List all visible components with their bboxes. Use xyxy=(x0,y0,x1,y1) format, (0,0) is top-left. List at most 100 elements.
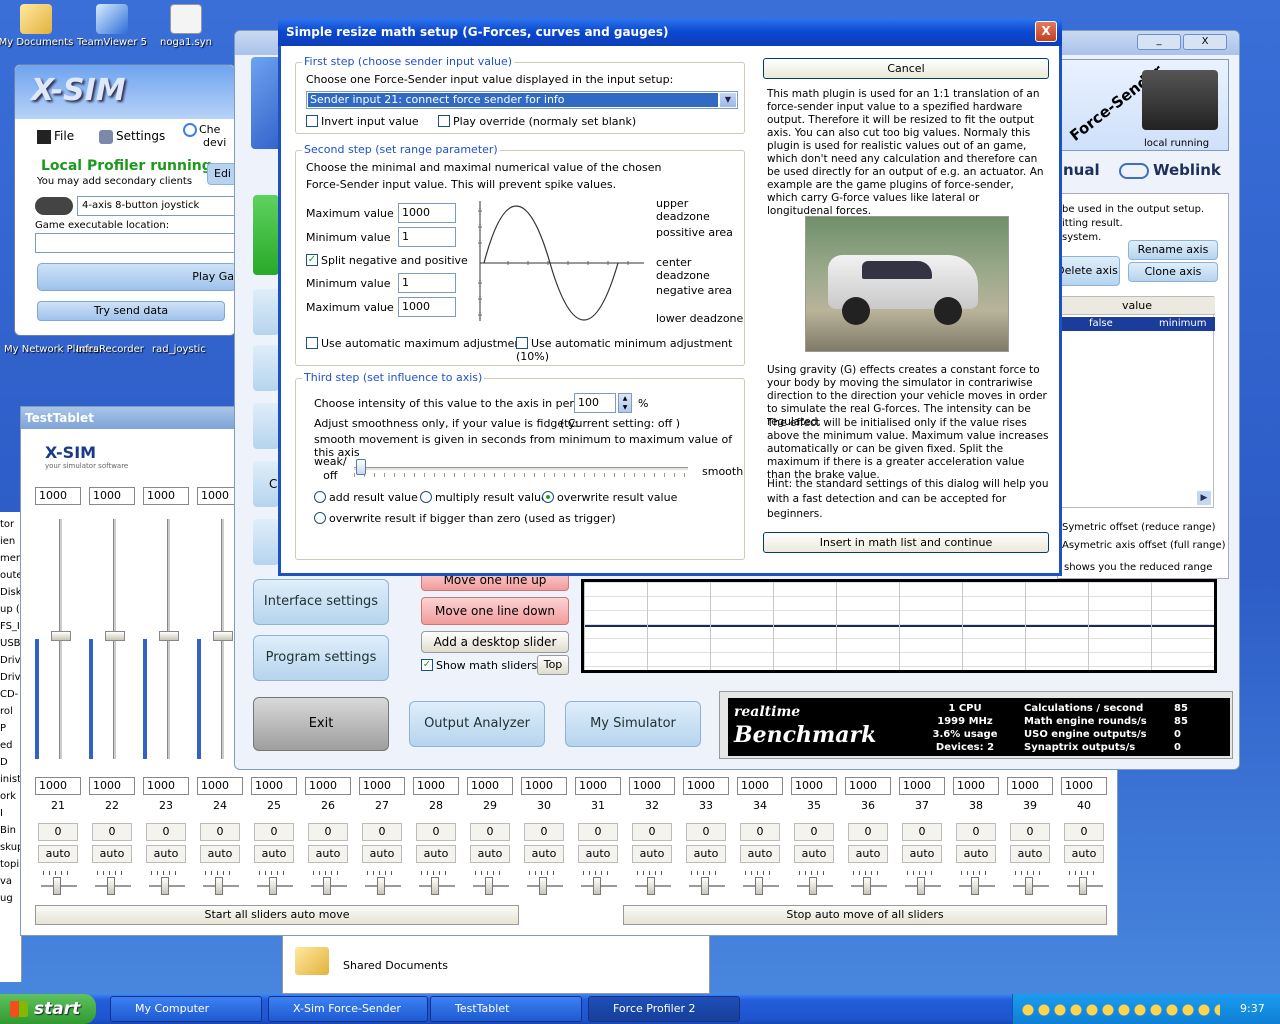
start-button[interactable]: start xyxy=(0,994,96,1024)
slider-thumb[interactable] xyxy=(356,459,366,475)
channel-mini-slider[interactable] xyxy=(795,871,835,897)
slider-thumb[interactable] xyxy=(323,877,331,895)
slider-thumb[interactable] xyxy=(1079,877,1087,895)
symmetric-offset-option[interactable]: Symetric offset (reduce range) xyxy=(1062,522,1216,533)
channel-auto-button[interactable]: auto xyxy=(956,845,996,863)
intensity-input[interactable]: 100 xyxy=(574,393,616,413)
channel-auto-button[interactable]: auto xyxy=(740,845,780,863)
stop-all-sliders-button[interactable]: Stop auto move of all sliders xyxy=(623,905,1107,925)
tablet-top-value[interactable]: 1000 xyxy=(35,487,81,505)
channel-zero-button[interactable]: 0 xyxy=(848,823,888,841)
slider-thumb[interactable] xyxy=(863,877,871,895)
channel-auto-button[interactable]: auto xyxy=(308,845,348,863)
channel-auto-button[interactable]: auto xyxy=(470,845,510,863)
channel-auto-button[interactable]: auto xyxy=(902,845,942,863)
slider-thumb[interactable] xyxy=(485,877,493,895)
channel-value-input[interactable]: 1000 xyxy=(629,777,675,795)
chevron-down-icon[interactable]: ▼ xyxy=(720,93,736,107)
channel-value-input[interactable]: 1000 xyxy=(197,777,243,795)
minimize-button[interactable]: _ xyxy=(1137,34,1181,50)
program-settings-button[interactable]: Program settings xyxy=(253,635,389,681)
slider-thumb[interactable] xyxy=(107,877,115,895)
exit-button[interactable]: Exit xyxy=(253,697,389,751)
channel-value-input[interactable]: 1000 xyxy=(899,777,945,795)
vertical-slider[interactable] xyxy=(89,519,135,759)
multiply-result-radio[interactable]: multiply result value xyxy=(420,491,548,504)
slider-thumb[interactable] xyxy=(647,877,655,895)
channel-auto-button[interactable]: auto xyxy=(200,845,240,863)
sender-input-select[interactable]: Sender input 21: connect force sender fo… xyxy=(306,91,738,109)
my-simulator-button[interactable]: My Simulator xyxy=(565,701,701,747)
channel-auto-button[interactable]: auto xyxy=(362,845,402,863)
channel-zero-button[interactable]: 0 xyxy=(1010,823,1050,841)
slider-thumb[interactable] xyxy=(593,877,601,895)
slider-thumb[interactable] xyxy=(755,877,763,895)
slider-thumb[interactable] xyxy=(53,877,61,895)
max2-value-input[interactable]: 1000 xyxy=(398,297,456,317)
table-row[interactable]: false minimum xyxy=(1059,317,1215,331)
smoothness-slider[interactable] xyxy=(354,459,688,479)
channel-value-input[interactable]: 1000 xyxy=(359,777,405,795)
tablet-top-value[interactable]: 1000 xyxy=(143,487,189,505)
channel-zero-button[interactable]: 0 xyxy=(200,823,240,841)
add-result-radio[interactable]: add result value xyxy=(314,491,418,504)
slider-thumb[interactable] xyxy=(377,877,385,895)
slider-thumb[interactable] xyxy=(269,877,277,895)
channel-mini-slider[interactable] xyxy=(255,871,295,897)
check-devices-menu[interactable]: Che devi xyxy=(183,123,226,149)
settings-menu[interactable]: Settings xyxy=(99,129,165,144)
channel-zero-button[interactable]: 0 xyxy=(902,823,942,841)
clone-axis-button[interactable]: Clone axis xyxy=(1128,262,1218,282)
slider-thumb[interactable] xyxy=(161,877,169,895)
channel-mini-slider[interactable] xyxy=(1011,871,1051,897)
asymmetric-offset-option[interactable]: Asymetric axis offset (full range) xyxy=(1062,540,1226,551)
insert-continue-button[interactable]: Insert in math list and continue xyxy=(763,532,1049,553)
channel-value-input[interactable]: 1000 xyxy=(575,777,621,795)
slider-thumb[interactable] xyxy=(159,631,179,641)
channel-zero-button[interactable]: 0 xyxy=(308,823,348,841)
auto-min-checkbox[interactable]: Use automatic minimum adjustment (10%) xyxy=(516,337,744,363)
channel-zero-button[interactable]: 0 xyxy=(254,823,294,841)
desktop-icon-rad-joystick[interactable]: rad_joystic xyxy=(152,344,206,355)
channel-mini-slider[interactable] xyxy=(633,871,673,897)
intensity-spinner[interactable]: ▲ ▼ xyxy=(618,393,632,413)
channel-mini-slider[interactable] xyxy=(525,871,565,897)
auto-max-checkbox[interactable]: Use automatic maximum adjustment xyxy=(306,337,526,350)
taskbar-item-force-profiler[interactable]: Force Profiler 2 xyxy=(588,996,740,1022)
channel-value-input[interactable]: 1000 xyxy=(845,777,891,795)
channel-auto-button[interactable]: auto xyxy=(1010,845,1050,863)
desktop-icon-my-documents[interactable]: My Documents xyxy=(0,4,76,48)
slider-thumb[interactable] xyxy=(701,877,709,895)
overwrite-bigger-radio[interactable]: overwrite result if bigger than zero (us… xyxy=(314,512,616,525)
play-override-checkbox[interactable]: Play override (normaly set blank) xyxy=(438,115,636,128)
channel-zero-button[interactable]: 0 xyxy=(740,823,780,841)
channel-zero-button[interactable]: 0 xyxy=(632,823,672,841)
slider-thumb[interactable] xyxy=(51,631,71,641)
min-value-input[interactable]: 1 xyxy=(398,227,456,247)
top-button[interactable]: Top xyxy=(537,655,569,675)
nav-button-stub-1[interactable] xyxy=(253,289,279,335)
vertical-slider[interactable] xyxy=(143,519,189,759)
channel-value-input[interactable]: 1000 xyxy=(521,777,567,795)
channel-mini-slider[interactable] xyxy=(363,871,403,897)
cancel-button[interactable]: Cancel xyxy=(763,58,1049,79)
nav-button-green[interactable] xyxy=(253,195,279,275)
channel-zero-button[interactable]: 0 xyxy=(956,823,996,841)
channel-auto-button[interactable]: auto xyxy=(254,845,294,863)
channel-value-input[interactable]: 1000 xyxy=(683,777,729,795)
move-down-button[interactable]: Move one line down xyxy=(421,597,569,625)
nav-button-stub-3[interactable] xyxy=(253,403,279,449)
desktop-icon-infrarecorder[interactable]: InfraRecorder xyxy=(76,344,144,355)
channel-mini-slider[interactable] xyxy=(687,871,727,897)
channel-auto-button[interactable]: auto xyxy=(794,845,834,863)
channel-mini-slider[interactable] xyxy=(579,871,619,897)
channel-zero-button[interactable]: 0 xyxy=(1064,823,1104,841)
channel-mini-slider[interactable] xyxy=(741,871,781,897)
shared-documents-label[interactable]: Shared Documents xyxy=(343,959,448,972)
weblink-link[interactable]: Weblink xyxy=(1119,161,1221,179)
channel-value-input[interactable]: 1000 xyxy=(35,777,81,795)
slider-thumb[interactable] xyxy=(971,877,979,895)
tray-icons[interactable] xyxy=(1020,1002,1220,1018)
channel-zero-button[interactable]: 0 xyxy=(524,823,564,841)
manual-link[interactable]: nual xyxy=(1063,161,1100,179)
